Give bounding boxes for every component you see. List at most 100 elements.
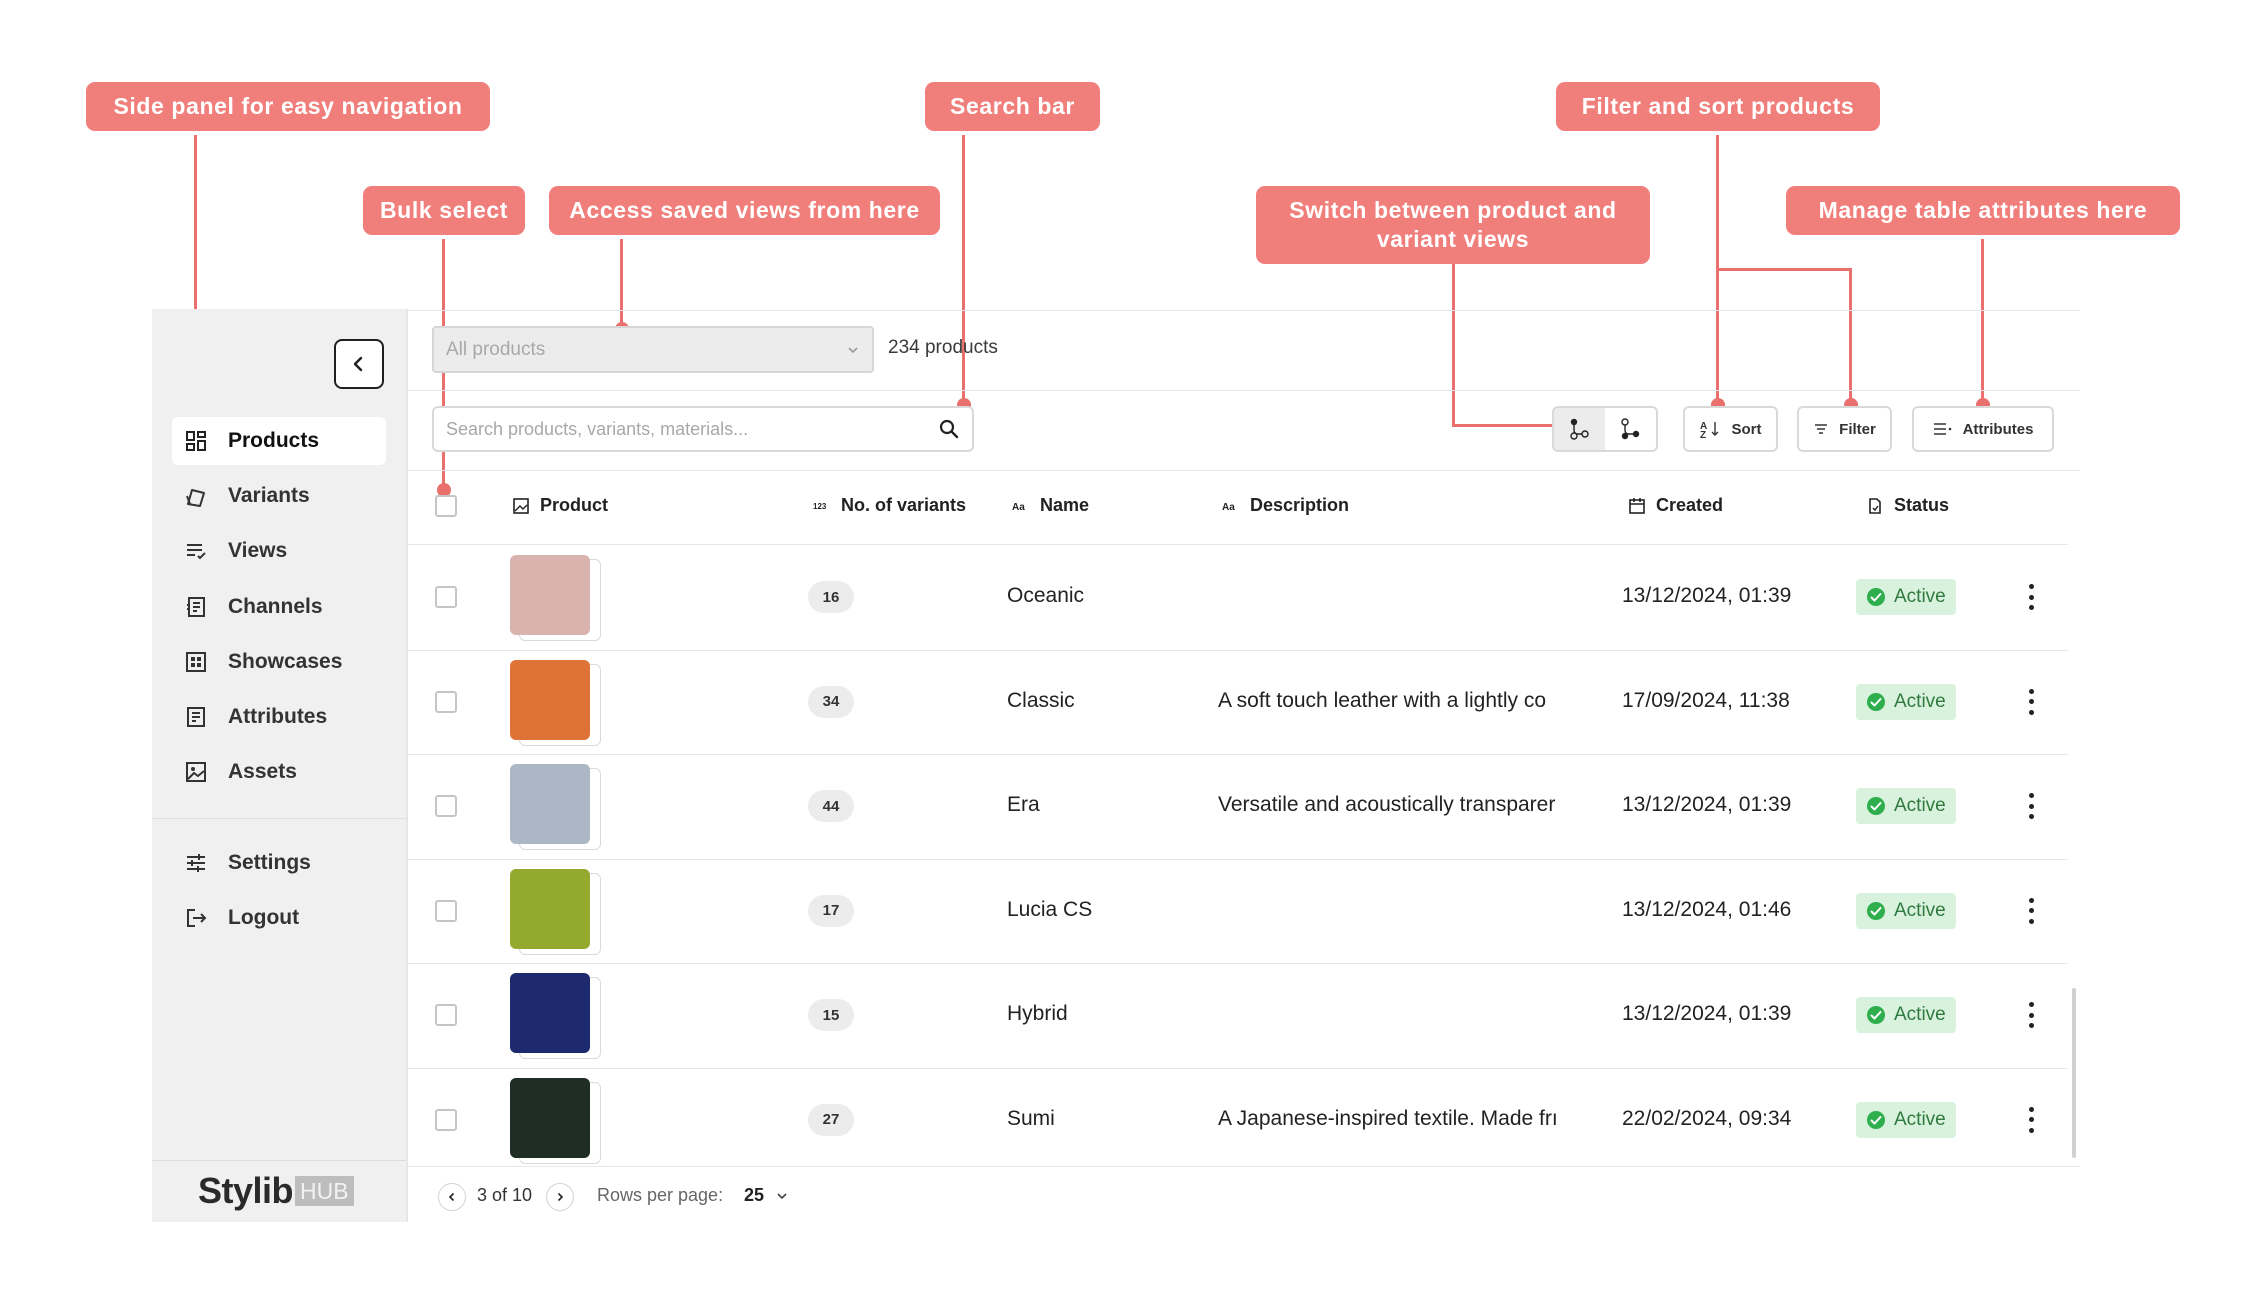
saved-views-value: All products (446, 338, 546, 360)
toolbar-divider (408, 390, 2080, 391)
grid-icon (186, 431, 206, 451)
search-row-divider (408, 470, 2080, 471)
chevron-down-icon (777, 1192, 787, 1199)
row-more-menu-icon[interactable] (2026, 1002, 2036, 1029)
sidebar-item-logout[interactable]: Logout (172, 894, 386, 942)
status-badge: Active (1856, 579, 1956, 616)
product-thumbnail[interactable] (510, 1077, 590, 1158)
sidebar-item-label: Variants (228, 484, 310, 507)
prev-page-button[interactable] (438, 1183, 466, 1211)
row-more-menu-icon[interactable] (2026, 584, 2036, 611)
variant-count-badge: 34 (808, 685, 854, 718)
svg-text:Aa: Aa (1012, 502, 1025, 513)
callout-switch-views: Switch between product and variant views (1256, 186, 1650, 264)
sidebar-item-label: Channels (228, 595, 323, 618)
filter-icon (1815, 424, 1828, 434)
sidebar-item-products[interactable]: Products (172, 417, 386, 465)
svg-text:Aa: Aa (1222, 502, 1235, 513)
filter-button[interactable]: Filter (1797, 406, 1892, 452)
product-name: Lucia CS (1007, 897, 1093, 921)
variant-count-badge: 16 (808, 581, 854, 614)
connector-line (1452, 424, 1558, 427)
sidebar-item-showcases[interactable]: Showcases (172, 638, 386, 686)
status-badge: Active (1856, 997, 1956, 1034)
select-all-checkbox[interactable] (435, 495, 457, 517)
calendar-icon (1629, 497, 1645, 514)
collapse-sidebar-button[interactable] (334, 339, 384, 389)
product-view-button[interactable] (1554, 408, 1605, 450)
row-more-menu-icon[interactable] (2026, 1106, 2036, 1133)
column-header-name[interactable]: Aa Name (1012, 495, 1089, 516)
sidebar-item-views[interactable]: Views (172, 527, 386, 575)
created-date: 22/02/2024, 09:34 (1622, 1106, 1792, 1130)
product-name: Classic (1007, 688, 1075, 712)
saved-views-select[interactable]: All products (432, 326, 874, 373)
column-header-product[interactable]: Product (512, 495, 608, 516)
variant-tree-icon (1620, 418, 1639, 440)
next-page-button[interactable] (546, 1183, 574, 1211)
sort-button[interactable]: AZ Sort (1683, 406, 1778, 452)
sidebar-item-assets[interactable]: Assets (172, 748, 386, 796)
product-thumbnail[interactable] (510, 973, 590, 1054)
created-date: 13/12/2024, 01:46 (1622, 897, 1792, 921)
status-label: Active (1894, 1108, 1946, 1130)
sidebar-item-channels[interactable]: Channels (172, 583, 386, 631)
callout-saved-views: Access saved views from here (549, 186, 940, 235)
sidebar-item-label: Views (228, 539, 288, 562)
chevron-left-icon (353, 356, 363, 372)
sidebar-item-label: Assets (228, 760, 297, 783)
product-thumbnail[interactable] (510, 555, 590, 636)
image-icon (186, 762, 206, 782)
search-icon[interactable] (938, 418, 960, 440)
product-description: A soft touch leather with a lightly co (1218, 688, 1547, 712)
product-count: 234 products (888, 337, 998, 358)
column-header-status[interactable]: Status (1866, 495, 1949, 516)
row-checkbox[interactable] (435, 899, 457, 922)
text-icon: Aa (1012, 502, 1025, 513)
swatches-icon (186, 489, 205, 507)
svg-text:123: 123 (813, 502, 827, 511)
column-header-created[interactable]: Created (1628, 495, 1723, 516)
row-more-menu-icon[interactable] (2026, 793, 2036, 820)
status-label: Active (1894, 1004, 1946, 1026)
sidebar-item-variants[interactable]: Variants (172, 472, 386, 520)
row-checkbox[interactable] (435, 690, 457, 713)
variant-view-button[interactable] (1605, 408, 1656, 450)
row-divider (408, 963, 2068, 964)
rows-per-page-select[interactable]: 25 (744, 1185, 788, 1206)
header-divider (408, 544, 2068, 545)
table-scrollbar[interactable] (2072, 988, 2076, 1158)
created-date: 13/12/2024, 01:39 (1622, 1002, 1792, 1026)
product-thumbnail[interactable] (510, 868, 590, 949)
row-checkbox[interactable] (435, 1004, 457, 1027)
status-badge: Active (1856, 892, 1956, 929)
column-header-variants[interactable]: 123 No. of variants (813, 495, 966, 516)
search-input[interactable]: Search products, variants, materials... (432, 406, 974, 452)
status-badge: Active (1856, 1101, 1956, 1138)
product-thumbnail[interactable] (510, 659, 590, 740)
callout-side-panel: Side panel for easy navigation (86, 82, 490, 131)
sidebar-divider (152, 818, 406, 819)
check-circle-icon (1867, 692, 1885, 711)
check-circle-icon (1867, 1110, 1885, 1129)
column-header-description[interactable]: Aa Description (1222, 495, 1349, 516)
rows-per-page-value: 25 (744, 1185, 765, 1205)
sidebar-item-label: Showcases (228, 650, 343, 673)
attributes-icon (187, 707, 205, 727)
row-checkbox[interactable] (435, 586, 457, 609)
view-toggle[interactable] (1552, 406, 1658, 452)
variant-count-badge: 15 (808, 999, 854, 1032)
status-label: Active (1894, 690, 1946, 712)
attributes-list-icon (1933, 423, 1951, 435)
sidebar-item-attributes[interactable]: Attributes (172, 693, 386, 741)
product-thumbnail[interactable] (510, 764, 590, 845)
row-checkbox[interactable] (435, 795, 457, 818)
attributes-button[interactable]: Attributes (1912, 406, 2054, 452)
row-more-menu-icon[interactable] (2026, 897, 2036, 924)
sidebar-item-settings[interactable]: Settings (172, 839, 386, 887)
row-checkbox[interactable] (435, 1108, 457, 1131)
product-name: Era (1007, 793, 1040, 817)
row-more-menu-icon[interactable] (2026, 688, 2036, 715)
status-label: Active (1894, 586, 1946, 608)
connector-line (962, 135, 965, 405)
